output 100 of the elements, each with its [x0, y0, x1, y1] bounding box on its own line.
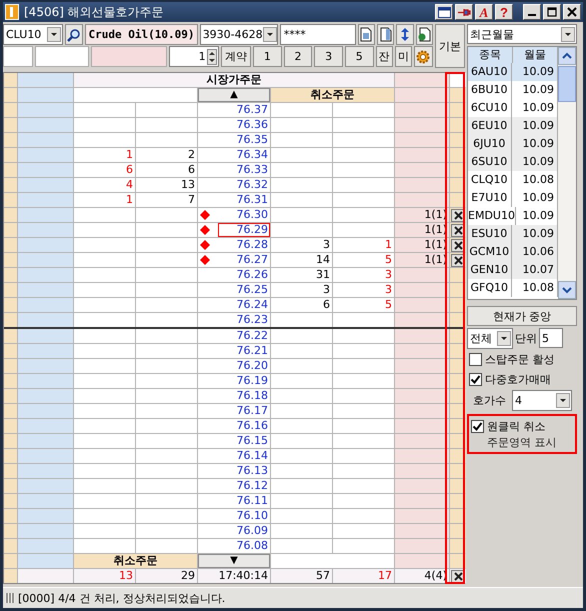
table-cell: [395, 178, 449, 192]
split-document-button[interactable]: [377, 24, 394, 45]
contract-row[interactable]: 6EU10 10.09: [468, 117, 558, 135]
table-cell: [18, 434, 73, 448]
table-cell: [74, 238, 135, 252]
table-cell: [333, 539, 394, 553]
table-cell: [395, 313, 449, 327]
table-cell: [18, 148, 73, 162]
table-cell: [395, 283, 449, 297]
contract-row[interactable]: 6AU10 10.09: [468, 63, 558, 81]
table-cell: 3: [333, 283, 394, 297]
account-dropdown[interactable]: 3930-4628: [200, 24, 278, 45]
pin-button[interactable]: [455, 4, 473, 20]
table-cell: [18, 539, 73, 553]
contract-button[interactable]: 계약: [220, 46, 252, 67]
contract-row[interactable]: GEN10 10.07: [468, 261, 558, 279]
month-dropdown[interactable]: 최근월물: [467, 24, 577, 44]
table-cell: [74, 118, 135, 132]
checkbox[interactable]: [469, 352, 482, 366]
contract-row[interactable]: GCM10 10.06: [468, 243, 558, 261]
search-button[interactable]: [65, 24, 83, 45]
table-cell: [4, 223, 17, 237]
table-cell: [4, 539, 17, 553]
minimize-button[interactable]: [523, 4, 541, 20]
balance-button[interactable]: 잔: [376, 46, 393, 67]
unfilled-button[interactable]: 미: [394, 46, 412, 67]
table-cell: [18, 103, 73, 117]
table-cell: 5: [333, 253, 394, 267]
quantity-button[interactable]: 2: [284, 46, 312, 67]
contract-row[interactable]: ESU10 10.09: [468, 225, 558, 243]
column-header: 취소주문: [74, 554, 197, 568]
table-cell: [333, 103, 394, 117]
checkbox-label: 스탑주문 활성: [485, 352, 554, 366]
quantity-spinner[interactable]: 1: [169, 46, 219, 67]
table-cell: 2: [136, 148, 197, 162]
scope-dropdown[interactable]: 전체: [467, 328, 513, 348]
table-cell: [18, 479, 73, 493]
symbol-dropdown[interactable]: CLU10: [3, 24, 64, 45]
quantity-button[interactable]: 5: [344, 46, 374, 67]
column-header: 취소주문: [271, 88, 394, 102]
contract-row[interactable]: 6SU10 10.09: [468, 153, 558, 171]
table-cell: 3: [333, 268, 394, 282]
checkbox[interactable]: [469, 372, 482, 386]
checkbox-label: 원클릭 취소: [487, 418, 546, 434]
status-message: [0000] 4/4 건 처리, 정상처리되었습니다.: [18, 590, 226, 606]
table-cell: 31: [271, 268, 332, 282]
scroll-down-button[interactable]: ▼: [198, 554, 270, 568]
quantity-button[interactable]: 1: [253, 46, 282, 67]
close-icon: [454, 210, 462, 220]
table-cell: [395, 494, 449, 508]
table-cell: [18, 464, 73, 478]
chevron-down-icon: [562, 286, 572, 294]
settings-button[interactable]: [414, 46, 434, 67]
swap-button[interactable]: [396, 24, 414, 45]
checkbox[interactable]: [471, 420, 484, 432]
export-button[interactable]: [416, 24, 433, 45]
table-cell: [333, 359, 394, 373]
scrollbar[interactable]: [558, 47, 576, 299]
table-cell: 6: [74, 163, 135, 177]
scrollbar-thumb[interactable]: [558, 66, 576, 102]
window-icon: [438, 6, 450, 18]
table-cell: [18, 118, 73, 132]
maximize-button[interactable]: [543, 4, 561, 20]
total-cell: 17: [333, 569, 394, 583]
table-cell: [4, 88, 17, 102]
contract-row[interactable]: 6JU10 10.09: [468, 135, 558, 153]
table-cell: [395, 389, 449, 403]
table-cell: [4, 103, 17, 117]
password-field[interactable]: ****: [280, 24, 356, 45]
table-cell: [74, 223, 135, 237]
table-cell: [4, 73, 17, 87]
search-icon: [66, 28, 81, 42]
table-cell: [74, 419, 135, 433]
input-field[interactable]: [91, 46, 167, 67]
table-cell: [395, 434, 449, 448]
document-button[interactable]: [358, 24, 376, 45]
note-text: 주문영역 표시: [486, 435, 558, 450]
window-icon-button[interactable]: [435, 4, 453, 20]
table-cell: [18, 298, 73, 312]
help-button[interactable]: ?: [495, 4, 513, 20]
table-cell: [74, 479, 135, 493]
font-button[interactable]: A: [475, 4, 493, 20]
center-price-button[interactable]: 현재가 중앙: [467, 306, 577, 326]
depth-dropdown[interactable]: 4: [512, 390, 572, 410]
table-cell: [18, 283, 73, 297]
scroll-up-button[interactable]: ▲: [198, 88, 270, 102]
unit-field[interactable]: 5: [539, 328, 563, 348]
close-button[interactable]: [563, 4, 581, 20]
table-cell: [4, 238, 17, 252]
table-cell: [74, 268, 135, 282]
input-field[interactable]: [3, 46, 33, 67]
quantity-button[interactable]: 3: [314, 46, 343, 67]
app-icon: [5, 4, 19, 20]
table-cell: [74, 509, 135, 523]
table-cell: [4, 509, 17, 523]
table-cell: [74, 133, 135, 147]
input-field[interactable]: [35, 46, 89, 67]
table-cell: [74, 103, 135, 117]
table-cell: [18, 554, 73, 568]
default-button[interactable]: 기본: [435, 24, 465, 68]
